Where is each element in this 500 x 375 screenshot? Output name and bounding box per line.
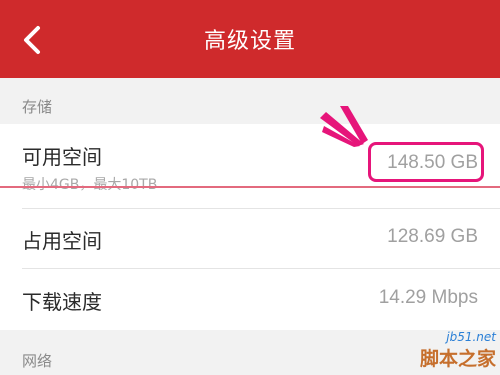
row-sublabel: 最小4GB，最大10TB [22, 177, 158, 193]
row-label: 占用空间 [22, 229, 102, 253]
section-label-storage: 存储 [22, 98, 53, 116]
annotation-burst-icon [320, 106, 368, 147]
watermark: jb51.net 脚本之家 [420, 330, 496, 371]
row-label: 下载速度 [22, 290, 102, 314]
page-title: 高级设置 [203, 29, 296, 54]
row-used-space[interactable]: 占用空间 128.69 GB [0, 208, 500, 268]
row-value: 128.69 GB [387, 226, 478, 247]
divider [22, 268, 500, 269]
watermark-url: jb51.net [446, 330, 496, 344]
row-value: 14.29 Mbps [378, 287, 478, 308]
divider [22, 208, 500, 209]
annotation-line [0, 186, 500, 188]
row-label: 可用空间 [22, 145, 102, 169]
watermark-name: 脚本之家 [419, 348, 496, 370]
row-download-speed[interactable]: 下载速度 14.29 Mbps [0, 268, 500, 330]
section-label-network: 网络 [22, 352, 53, 370]
app-header: 高级设置 [0, 0, 500, 78]
annotation-highlight-box [368, 142, 484, 182]
